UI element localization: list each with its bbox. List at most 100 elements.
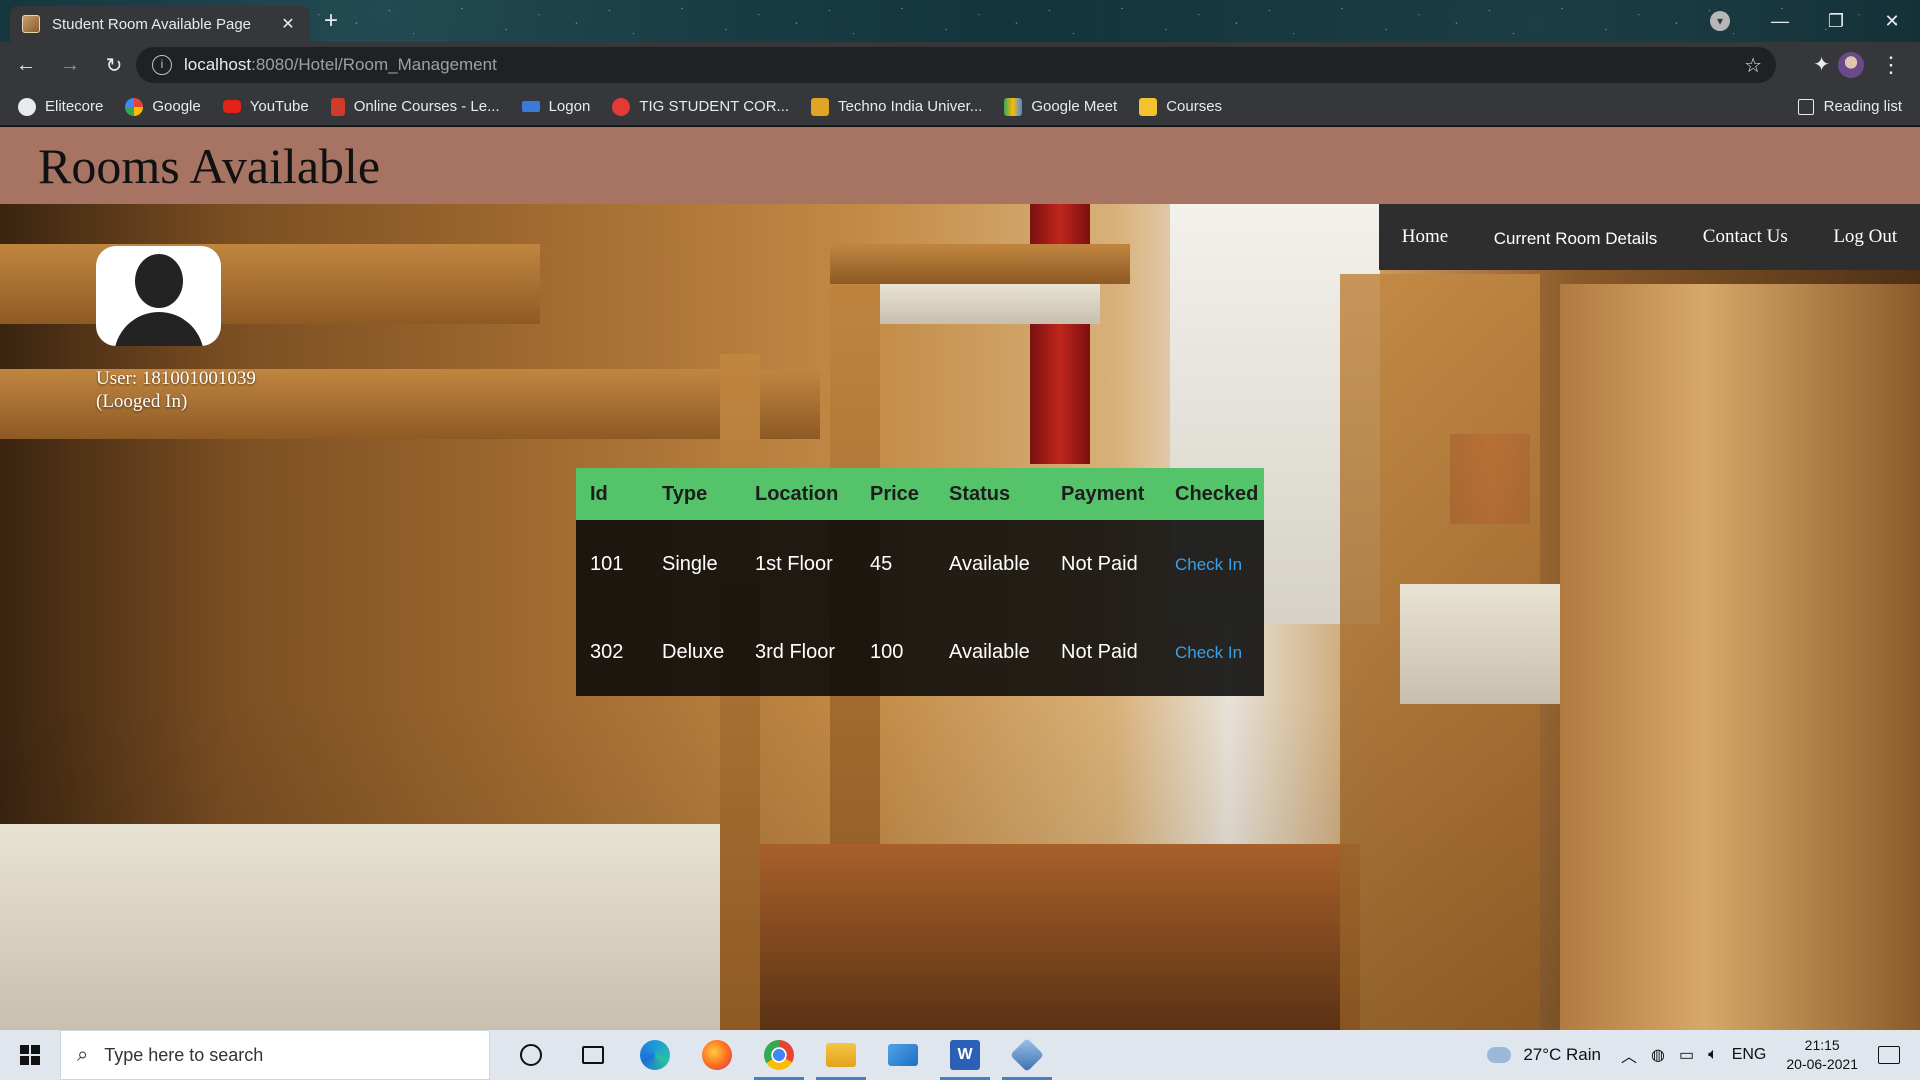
bookmark-courses[interactable]: Courses — [1139, 97, 1222, 116]
address-host: localhost — [184, 55, 252, 74]
firefox-app[interactable] — [686, 1030, 748, 1080]
taskbar-clock[interactable]: 21:15 20-06-2021 — [1786, 1036, 1858, 1074]
start-button[interactable] — [0, 1030, 60, 1080]
edge-icon — [640, 1040, 670, 1070]
close-window-button[interactable]: ✕ — [1864, 11, 1920, 32]
table-row: 302 Deluxe 3rd Floor 100 Available Not P… — [576, 608, 1264, 696]
tab-favicon-icon — [22, 15, 40, 33]
bookmark-youtube[interactable]: YouTube — [222, 98, 309, 115]
taskbar-search-placeholder: Type here to search — [104, 1044, 264, 1065]
taskbar-apps: W — [500, 1030, 1058, 1080]
cell-checked: Check In — [1161, 608, 1264, 696]
word-app[interactable]: W — [934, 1030, 996, 1080]
user-avatar-icon — [96, 246, 221, 346]
table-row: 101 Single 1st Floor 45 Available Not Pa… — [576, 520, 1264, 608]
bookmark-online-courses[interactable]: Online Courses - Le... — [330, 97, 500, 116]
battery-icon[interactable]: ▭ — [1679, 1045, 1694, 1065]
bookmark-star-icon[interactable]: ☆ — [1744, 53, 1762, 78]
bookmark-tig-student[interactable]: TIG STUDENT COR... — [612, 97, 789, 116]
bg-lower-mattress — [0, 824, 720, 1030]
check-in-link-101[interactable]: Check In — [1175, 555, 1242, 574]
bookmark-label: Logon — [548, 98, 591, 115]
cell-id: 302 — [590, 640, 624, 663]
back-button[interactable]: ← — [8, 54, 44, 77]
minimize-button[interactable]: — — [1752, 11, 1808, 32]
cell-payment: Not Paid — [1061, 640, 1138, 663]
browser-tabstrip: Student Room Available Page ✕ + ▾ — ❐ ✕ — [0, 0, 1920, 42]
new-tab-button[interactable]: + — [324, 6, 338, 36]
google-icon — [125, 97, 144, 116]
weather-widget[interactable]: 27°C Rain — [1487, 1045, 1601, 1065]
windows-logo-icon — [20, 1045, 40, 1065]
rooms-table: Id Type Location Price Status Payment Ch… — [576, 468, 1264, 696]
address-bar[interactable]: i localhost :8080/Hotel/Room_Management … — [136, 47, 1776, 83]
cell-payment: Not Paid — [1061, 552, 1138, 575]
google-meet-icon — [1004, 97, 1023, 116]
col-header-price: Price — [870, 482, 919, 505]
bookmark-logon[interactable]: Logon — [521, 98, 591, 115]
site-info-icon[interactable]: i — [152, 55, 172, 75]
cell-type: Single — [662, 552, 718, 575]
cortana-button[interactable] — [500, 1030, 562, 1080]
word-icon: W — [950, 1040, 980, 1070]
elitecore-icon — [18, 97, 36, 116]
nav-home-link[interactable]: Home — [1402, 226, 1448, 248]
bookmark-google-meet[interactable]: Google Meet — [1004, 97, 1118, 116]
bg-top-bunk-frame — [0, 244, 540, 324]
notification-center-icon[interactable] — [1878, 1046, 1900, 1064]
extensions-puzzle-icon[interactable]: ✦ — [1813, 52, 1830, 77]
bookmark-label: Google — [152, 98, 201, 115]
mail-app[interactable] — [872, 1030, 934, 1080]
nav-contact-link[interactable]: Contact Us — [1703, 226, 1788, 248]
avatar-head — [135, 254, 183, 308]
browser-toolbar: ← → ↻ i localhost :8080/Hotel/Room_Manag… — [0, 42, 1920, 88]
profile-avatar[interactable] — [1838, 52, 1864, 78]
virtualbox-app[interactable] — [996, 1030, 1058, 1080]
bookmark-elitecore[interactable]: Elitecore — [18, 97, 103, 116]
task-view-icon — [582, 1046, 604, 1064]
chrome-app[interactable] — [748, 1030, 810, 1080]
user-info: User: 181001001039 (Looged In) — [96, 367, 256, 413]
reload-button[interactable]: ↻ — [96, 53, 132, 78]
cell-location: 1st Floor — [755, 552, 833, 575]
bg-wardrobe — [1560, 284, 1920, 1030]
weather-text: 27°C Rain — [1523, 1045, 1601, 1064]
windows-taskbar: ⌕ Type here to search W 27°C Rain ︿ ◍ ▭ … — [0, 1030, 1920, 1080]
task-view-button[interactable] — [562, 1030, 624, 1080]
bookmark-label: Google Meet — [1031, 98, 1118, 115]
bg-floor — [760, 844, 1360, 1030]
user-status-text: (Looged In) — [96, 391, 188, 412]
volume-icon[interactable]: 🔈︎ — [1708, 1046, 1718, 1064]
restore-button[interactable]: ❐ — [1808, 11, 1864, 32]
col-header-type: Type — [662, 482, 708, 505]
cell-checked: Check In — [1161, 520, 1264, 608]
user-id-text: User: 181001001039 — [96, 368, 256, 389]
browser-tab[interactable]: Student Room Available Page ✕ — [10, 6, 310, 42]
tray-chevron-up-icon[interactable]: ︿ — [1621, 1043, 1637, 1067]
bg-right-bunk-mattress — [1400, 584, 1570, 704]
cell-location: 3rd Floor — [755, 640, 836, 663]
bookmark-techno-india[interactable]: Techno India Univer... — [811, 97, 982, 116]
virtualbox-icon — [1010, 1038, 1044, 1072]
reading-list-button[interactable]: Reading list — [1797, 98, 1902, 115]
forward-button[interactable]: → — [52, 54, 88, 77]
col-header-id: Id — [590, 482, 608, 505]
cell-price: 100 — [870, 640, 904, 663]
check-in-link-302[interactable]: Check In — [1175, 643, 1242, 662]
cortana-icon — [520, 1044, 542, 1066]
bookmark-google[interactable]: Google — [125, 97, 201, 116]
network-globe-icon[interactable]: ◍ — [1651, 1045, 1665, 1065]
browser-menu-icon[interactable]: ⋮ — [1880, 52, 1902, 78]
tab-search-icon[interactable]: ▾ — [1710, 11, 1730, 31]
col-header-payment: Payment — [1061, 482, 1145, 505]
taskbar-search-box[interactable]: ⌕ Type here to search — [60, 1030, 490, 1080]
bg-middle-top-mattress — [880, 284, 1100, 324]
tab-title: Student Room Available Page — [52, 15, 252, 33]
language-indicator[interactable]: ENG — [1732, 1046, 1767, 1064]
tab-close-icon[interactable]: ✕ — [278, 14, 298, 34]
nav-current-room-link[interactable]: Current Room Details — [1494, 229, 1657, 249]
bg-curtain-left — [1030, 204, 1090, 464]
file-explorer-app[interactable] — [810, 1030, 872, 1080]
nav-logout-link[interactable]: Log Out — [1833, 226, 1897, 248]
edge-app[interactable] — [624, 1030, 686, 1080]
